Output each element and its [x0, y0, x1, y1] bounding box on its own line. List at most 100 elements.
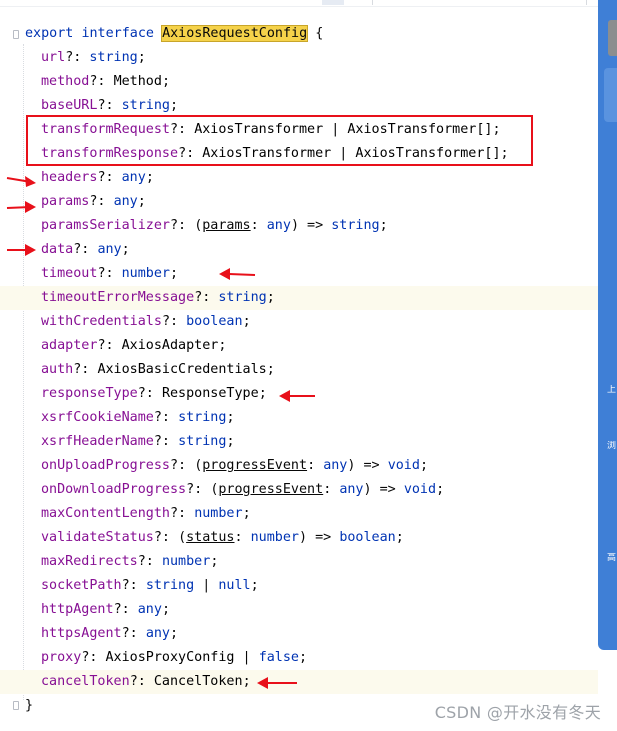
optional-colon: ?: [113, 602, 138, 617]
property-name[interactable]: xsrfHeaderName [41, 434, 154, 449]
property-type: string [178, 434, 227, 449]
property-type: number [194, 506, 243, 521]
property-name[interactable]: socketPath [41, 578, 122, 593]
property-line-onUploadProgress: onUploadProgress?: (progressEvent: any) … [0, 454, 598, 478]
optional-colon: ?: [186, 482, 211, 497]
editor-tab-strip [0, 0, 598, 7]
property-line-data: data?: any; [0, 238, 598, 262]
semicolon: ; [395, 530, 404, 545]
colon: : [323, 482, 340, 497]
property-line-httpsAgent: httpsAgent?: any; [0, 622, 598, 646]
union-separator: | [194, 578, 219, 593]
parameter-name[interactable]: params [202, 218, 250, 233]
property-line-httpAgent: httpAgent?: any; [0, 598, 598, 622]
property-name[interactable]: validateStatus [41, 530, 154, 545]
annotation-arrow-timeout [219, 268, 256, 280]
annotation-arrow-cancelToken [257, 677, 297, 689]
semicolon: ; [242, 506, 251, 521]
property-name[interactable]: url [41, 50, 65, 65]
property-type-alt: null [218, 578, 251, 593]
property-name[interactable]: proxy [41, 650, 81, 665]
semicolon: ; [266, 362, 275, 377]
property-name[interactable]: httpsAgent [41, 626, 122, 641]
annotation-arrow-responseType [279, 390, 315, 402]
property-type: string [89, 50, 138, 65]
parameter-name[interactable]: status [186, 530, 234, 545]
keyword-interface: interface [81, 26, 154, 41]
property-type: AxiosAdapter [121, 338, 219, 353]
property-line-params: params?: any; [0, 190, 598, 214]
optional-colon: ?: [153, 530, 179, 545]
optional-colon: ?: [97, 98, 122, 113]
property-type: AxiosBasicCredentials [97, 362, 267, 377]
property-type: string [121, 98, 170, 113]
property-name[interactable]: timeoutErrorMessage [41, 290, 194, 305]
optional-colon: ?: [97, 170, 122, 185]
interface-declaration: export interface AxiosRequestConfig { [0, 22, 598, 46]
property-line-cancelToken: cancelToken?: CancelToken; [0, 670, 598, 694]
semicolon: ; [170, 626, 179, 641]
property-type: boolean [339, 530, 396, 545]
side-card[interactable] [604, 68, 617, 122]
arrow-return: ) => [290, 218, 332, 233]
property-line-maxRedirects: maxRedirects?: number; [0, 550, 598, 574]
property-name[interactable]: paramsSerializer [41, 218, 170, 233]
editor-tab[interactable] [322, 0, 344, 5]
parameter-type: any [339, 482, 364, 497]
property-type: boolean [186, 314, 243, 329]
property-name[interactable]: maxContentLength [41, 506, 170, 521]
property-type: string [331, 218, 380, 233]
property-name[interactable]: cancelToken [41, 674, 130, 689]
side-panel[interactable]: 上 浏 高 [598, 0, 617, 650]
property-name[interactable]: responseType [41, 386, 138, 401]
property-name[interactable]: method [41, 74, 89, 89]
property-type: any [137, 602, 162, 617]
watermark: CSDN @开水没有冬天 [434, 703, 601, 722]
parameter-name[interactable]: progressEvent [218, 482, 323, 497]
parameter-name[interactable]: progressEvent [202, 458, 307, 473]
property-type: void [403, 482, 437, 497]
property-line-socketPath: socketPath?: string | null; [0, 574, 598, 598]
property-name[interactable]: auth [41, 362, 73, 377]
semicolon: ; [161, 602, 170, 617]
property-line-timeoutErrorMessage: timeoutErrorMessage?: string; [0, 286, 598, 310]
property-line-paramsSerializer: paramsSerializer?: (params: any) => stri… [0, 214, 598, 238]
property-name[interactable]: params [41, 194, 89, 209]
property-name[interactable]: maxRedirects [41, 554, 138, 569]
semicolon: ; [170, 266, 179, 281]
semicolon: ; [218, 338, 227, 353]
property-name[interactable]: withCredentials [41, 314, 162, 329]
property-line-url: url?: string; [0, 46, 598, 70]
semicolon: ; [121, 242, 130, 257]
tab-divider [586, 0, 587, 5]
semicolon: ; [170, 98, 179, 113]
property-name[interactable]: onDownloadProgress [41, 482, 186, 497]
semicolon: ; [226, 410, 235, 425]
parameter-type: any [323, 458, 348, 473]
semicolon: ; [419, 458, 428, 473]
side-label[interactable]: 浏 [607, 441, 617, 451]
property-name[interactable]: httpAgent [41, 602, 114, 617]
property-name[interactable]: adapter [41, 338, 97, 353]
optional-colon: ?: [81, 650, 106, 665]
property-type: any [121, 170, 146, 185]
property-name[interactable]: data [41, 242, 73, 257]
parameter-type: number [250, 530, 299, 545]
property-line-adapter: adapter?: AxiosAdapter; [0, 334, 598, 358]
property-name[interactable]: timeout [41, 266, 97, 281]
arrow-return: ) => [363, 482, 404, 497]
property-line-withCredentials: withCredentials?: boolean; [0, 310, 598, 334]
interface-name[interactable]: AxiosRequestConfig [161, 25, 309, 42]
property-name[interactable]: xsrfCookieName [41, 410, 154, 425]
property-type: any [113, 194, 138, 209]
side-label[interactable]: 高 [607, 553, 617, 563]
property-line-auth: auth?: AxiosBasicCredentials; [0, 358, 598, 382]
semicolon: ; [210, 554, 219, 569]
property-name[interactable]: baseURL [41, 98, 97, 113]
property-name[interactable]: onUploadProgress [41, 458, 170, 473]
semicolon: ; [145, 170, 154, 185]
side-label[interactable]: 上 [607, 385, 617, 395]
union-separator: | [234, 650, 259, 665]
avatar[interactable] [608, 20, 617, 56]
property-name[interactable]: headers [41, 170, 97, 185]
